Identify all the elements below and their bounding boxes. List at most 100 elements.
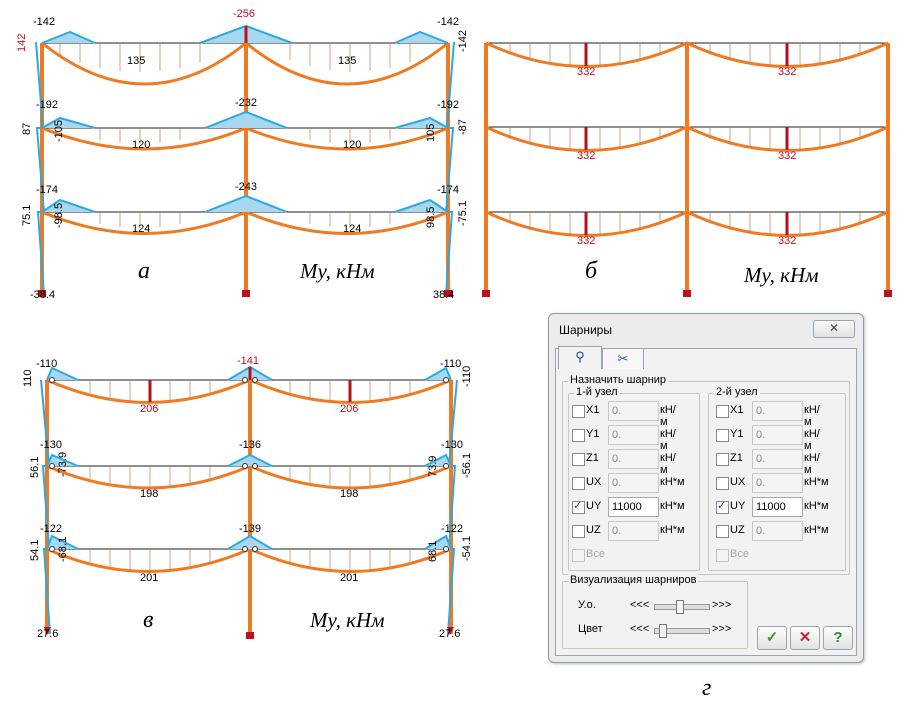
label-a-top-left-end: -142 xyxy=(33,16,55,28)
panel-v: -110 -141 -110 206 206 110 -110 -130 -73… xyxy=(22,355,473,640)
label-v-bot-span-left: 201 xyxy=(140,572,158,584)
label-a-bot-right-col: 98.5 xyxy=(425,207,437,228)
panel-letter-v: в xyxy=(143,607,153,633)
row-label: UZ xyxy=(730,524,745,536)
unit-label: кН/м xyxy=(804,404,820,428)
all-label: Все xyxy=(730,548,749,560)
node2-title: 2-й узел xyxy=(714,386,760,398)
stiffness-input[interactable]: 0. xyxy=(608,425,659,445)
stiffness-input[interactable]: 0. xyxy=(608,449,659,469)
label-b-span-6: 332 xyxy=(778,235,796,247)
label-v-top-span-right: 206 xyxy=(340,403,358,415)
row-label: UZ xyxy=(586,524,601,536)
checkbox-y1[interactable] xyxy=(572,429,585,442)
close-button[interactable]: ✕ xyxy=(813,320,855,338)
label-a-mid-span-right: 120 xyxy=(343,139,361,151)
stiffness-input[interactable]: 11000 xyxy=(752,497,803,517)
label-a-mid-span-left: 120 xyxy=(132,139,150,151)
row-label: Z1 xyxy=(586,452,599,464)
label-a-top-span-right: 135 xyxy=(338,55,356,67)
dialog-body: ⚲ ✂ Назначить шарнир 1-й узел X1 0. кН/м Y1… xyxy=(555,346,857,656)
panel-a: -142 -256 -142 135 135 142 -142 -192 -10… xyxy=(16,8,469,301)
checkbox-y1[interactable] xyxy=(716,429,729,442)
checkbox-ux[interactable] xyxy=(572,477,585,490)
label-v-bot-right-end: -122 xyxy=(441,523,463,535)
row-label: Y1 xyxy=(730,428,744,440)
checkbox-uy[interactable] xyxy=(716,499,729,514)
tab-hinge[interactable]: ⚲ xyxy=(558,346,602,369)
label-a-col-left-top: 142 xyxy=(16,34,28,52)
label-v-bot-mid: -139 xyxy=(239,523,261,535)
label-v-top-span-left: 206 xyxy=(140,403,158,415)
slider-left-arrows[interactable]: <<< xyxy=(630,599,649,611)
ok-button[interactable]: ✓ xyxy=(757,626,787,650)
stiffness-input[interactable]: 0. xyxy=(752,521,803,541)
stiffness-input[interactable]: 0. xyxy=(752,473,803,493)
label-a-mid-col-out-left: 87 xyxy=(21,123,33,135)
stiffness-input[interactable]: 0. xyxy=(752,401,803,421)
row-label: UY xyxy=(586,500,602,512)
label-b-span-2: 332 xyxy=(778,66,796,78)
panel-letter-b: б xyxy=(585,258,598,284)
tab-scissors[interactable]: ✂ xyxy=(602,348,644,369)
label-a-bot-right-end: -174 xyxy=(437,184,459,196)
checkbox-uz[interactable] xyxy=(716,525,729,538)
label-a-top-right-end: -142 xyxy=(437,16,459,28)
label-a-mid-col-out-right: -87 xyxy=(457,119,469,135)
label-v-mid-right-col: 73.9 xyxy=(427,456,439,477)
label-v-col-right-top: -110 xyxy=(461,366,473,387)
checkbox-x1[interactable] xyxy=(716,405,729,418)
assign-group-label: Назначить шарнир xyxy=(568,374,669,386)
stiffness-input[interactable]: 11000 xyxy=(608,497,659,517)
unit-label-v: My, кНм xyxy=(309,608,385,632)
stiffness-input[interactable]: 0. xyxy=(752,449,803,469)
checkbox-uz[interactable] xyxy=(572,525,585,538)
checkbox-uy[interactable] xyxy=(572,499,585,514)
checkbox-ux[interactable] xyxy=(716,477,729,490)
cancel-button[interactable]: ✕ xyxy=(790,626,820,650)
row-label: X1 xyxy=(730,404,744,416)
unit-label-b: My, кНм xyxy=(743,263,819,287)
label-v-bot-left-end: -122 xyxy=(40,523,62,535)
unit-label: кН/м xyxy=(804,452,820,476)
scissors-icon: ✂ xyxy=(617,351,629,366)
unit-label: кН*м xyxy=(804,500,829,512)
help-button[interactable]: ? xyxy=(823,626,853,650)
stiffness-input[interactable]: 0. xyxy=(608,473,659,493)
checkbox-z1[interactable] xyxy=(716,453,729,466)
all-label: Все xyxy=(586,548,605,560)
unit-label: кН*м xyxy=(660,524,685,536)
slider-thumb[interactable] xyxy=(658,624,667,638)
checkbox-all[interactable] xyxy=(572,549,585,562)
label-a-mid-mid: -232 xyxy=(235,97,257,109)
stiffness-input[interactable]: 0. xyxy=(752,425,803,445)
vis-group-label: Визуализация шарниров xyxy=(568,574,699,586)
unit-label: кН*м xyxy=(660,500,685,512)
checkbox-all[interactable] xyxy=(716,549,729,562)
label-v-bot-col-out-right: -54.1 xyxy=(461,536,473,561)
slider-left-arrows[interactable]: <<< xyxy=(630,623,649,635)
label-v-mid-span-left: 198 xyxy=(140,488,158,500)
panel-letter-a: а xyxy=(138,258,150,284)
label-a-top-mid: -256 xyxy=(233,8,255,20)
node1-title: 1-й узел xyxy=(574,386,620,398)
label-a-top-span-left: 135 xyxy=(127,55,145,67)
stiffness-input[interactable]: 0. xyxy=(608,401,659,421)
row-label: X1 xyxy=(586,404,600,416)
row-label: UX xyxy=(586,476,602,488)
unit-label: кН*м xyxy=(804,476,829,488)
label-v-col-left-top: 110 xyxy=(22,369,34,387)
label-a-mid-right-end: -192 xyxy=(437,99,459,111)
checkbox-z1[interactable] xyxy=(572,453,585,466)
label-v-base-left: 27.6 xyxy=(37,628,58,640)
checkbox-x1[interactable] xyxy=(572,405,585,418)
slider-right-arrows[interactable]: >>> xyxy=(712,623,731,635)
label-a-col-right-top: -142 xyxy=(457,30,469,52)
label-v-bot-span-right: 201 xyxy=(340,572,358,584)
label-v-base-right: 27.6 xyxy=(439,628,460,640)
label-v-mid-left-end: -130 xyxy=(40,439,62,451)
label-a-bot-col-out-left: 75.1 xyxy=(21,205,33,226)
stiffness-input[interactable]: 0. xyxy=(608,521,659,541)
slider-right-arrows[interactable]: >>> xyxy=(712,599,731,611)
slider-thumb[interactable] xyxy=(675,600,684,614)
